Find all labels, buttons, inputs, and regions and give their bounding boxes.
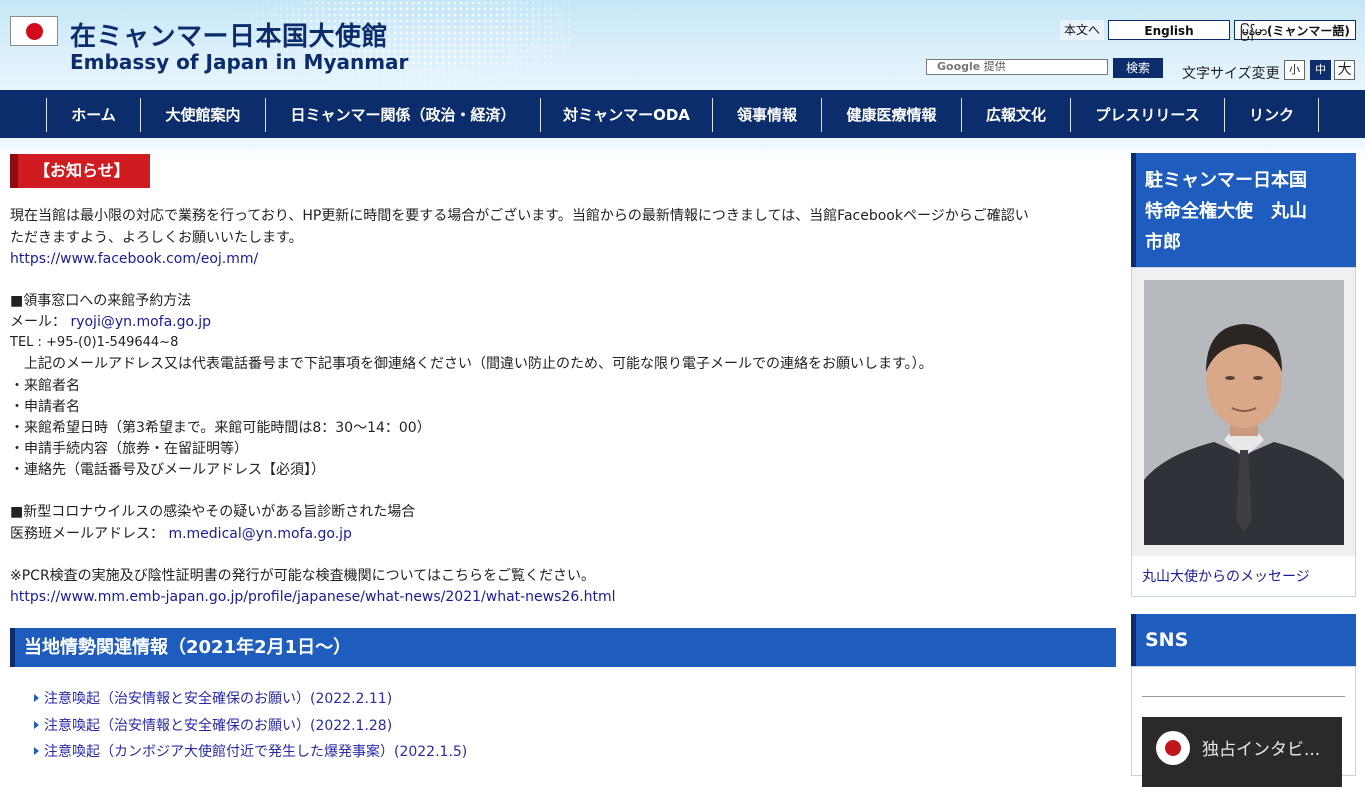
site-header: 在ミャンマー日本国大使館 Embassy of Japan in Myanmar… <box>0 0 1365 90</box>
pcr-info-link[interactable]: https://www.mm.emb-japan.go.jp/profile/j… <box>10 589 616 605</box>
news-link[interactable]: 注意喚起（治安情報と安全確保のお願い）(2022.2.11) <box>44 691 392 707</box>
mail-label: メール： <box>10 314 66 330</box>
news-item: 注意喚起（治安情報と安全確保のお願い）(2022.1.28) <box>34 716 392 736</box>
site-title-english[interactable]: Embassy of Japan in Myanmar <box>70 50 408 74</box>
japan-flag-icon <box>10 16 58 46</box>
section-heading-local-situation: 当地情勢関連情報（2021年2月1日～） <box>10 628 1116 667</box>
search-provided-label: 提供 <box>983 60 1006 73</box>
bullet-visit-date: ・来館希望日時（第3希望まで。来館可能時間は8：30～14：00） <box>10 420 431 436</box>
consular-heading: ■領事窓口への来館予約方法 <box>10 293 192 309</box>
ambassador-photo <box>1144 280 1344 545</box>
news-link[interactable]: 注意喚起（治安情報と安全確保のお願い）(2022.1.28) <box>44 718 392 734</box>
sns-heading: SNS <box>1131 614 1356 666</box>
ambassador-title-line1: 駐ミャンマー日本国 <box>1145 170 1307 191</box>
sns-box: 独占インタビ... <box>1131 666 1356 787</box>
nav-item-links[interactable]: リンク <box>1224 98 1318 132</box>
covid-heading: ■新型コロナウイルスの感染やその疑いがある旨診断された場合 <box>10 504 416 520</box>
ambassador-title-line3: 市郎 <box>1145 232 1181 253</box>
news-item: 注意喚起（治安情報と安全確保のお願い）(2022.2.11) <box>34 689 392 709</box>
google-logo-text: Google <box>937 60 981 73</box>
ambassador-portrait <box>1144 280 1344 545</box>
news-link[interactable]: 注意喚起（カンボジア大使館付近で発生した爆発事案）(2022.1.5) <box>44 744 467 760</box>
search-button[interactable]: 検索 <box>1113 58 1163 78</box>
intro-text-line1: 現在当館は最小限の対応で業務を行っており、HP更新に時間を要する場合がございます… <box>10 208 1029 224</box>
nav-divider <box>1318 98 1319 132</box>
main-navigation: ホーム 大使館案内 日ミャンマー関係（政治・経済） 対ミャンマーODA 領事情報… <box>0 90 1365 138</box>
tel-text: TEL : +95-(0)1-549644~8 <box>10 335 179 350</box>
ambassador-title-line2: 特命全権大使 丸山 <box>1145 201 1307 222</box>
ambassador-box: 丸山大使からのメッセージ <box>1131 267 1356 597</box>
facebook-link[interactable]: https://www.facebook.com/eoj.mm/ <box>10 251 258 267</box>
news-item: 注意喚起（カンボジア大使館付近で発生した爆発事案）(2022.1.5) <box>34 742 467 762</box>
font-size-large-button[interactable]: 大 <box>1334 60 1355 80</box>
bullet-procedure: ・申請手続内容（旅券・在留証明等） <box>10 441 248 457</box>
font-size-small-button[interactable]: 小 <box>1284 60 1305 80</box>
nav-item-health[interactable]: 健康医療情報 <box>821 98 961 132</box>
ambassador-photo-frame <box>1132 268 1355 556</box>
site-title-japanese[interactable]: 在ミャンマー日本国大使館 <box>70 16 388 53</box>
ambassador-heading: 駐ミャンマー日本国 特命全権大使 丸山 市郎 <box>1131 153 1356 267</box>
video-title: 独占インタビ... <box>1202 740 1321 760</box>
english-language-link[interactable]: English <box>1108 20 1230 40</box>
medical-mail-label: 医務班メールアドレス： <box>10 526 164 542</box>
myanmar-language-link[interactable]: မြန်မာ(ミャンマー語) <box>1234 20 1356 40</box>
intro-text-line2: ただきますよう、よろしくお願いいたします。 <box>10 230 303 246</box>
nav-item-press[interactable]: プレスリリース <box>1070 98 1224 132</box>
nav-item-consular[interactable]: 領事情報 <box>712 98 821 132</box>
play-channel-icon <box>1156 731 1190 765</box>
video-thumbnail[interactable]: 独占インタビ... <box>1142 717 1342 787</box>
pcr-note: ※PCR検査の実施及び陰性証明書の発行が可能な検査機関についてはこちらをご覧くだ… <box>10 568 595 584</box>
nav-item-relations[interactable]: 日ミャンマー関係（政治・経済） <box>265 98 540 132</box>
nav-item-oda[interactable]: 対ミャンマーODA <box>540 98 712 132</box>
bullet-contact: ・連絡先（電話番号及びメールアドレス【必須】） <box>10 462 325 478</box>
divider <box>1142 696 1345 697</box>
font-size-label: 文字サイズ変更 <box>1182 66 1280 82</box>
notice-heading: 【お知らせ】 <box>10 154 150 188</box>
triangle-bullet-icon <box>34 694 39 702</box>
font-size-medium-button[interactable]: 中 <box>1310 60 1331 80</box>
bullet-visitor-name: ・来館者名 <box>10 378 80 394</box>
nav-item-home[interactable]: ホーム <box>46 98 140 132</box>
skip-to-content-link[interactable]: 本文へ <box>1060 20 1104 40</box>
bullet-applicant-name: ・申請者名 <box>10 399 80 415</box>
triangle-bullet-icon <box>34 721 39 729</box>
search-input[interactable]: Google 提供 <box>926 59 1108 75</box>
triangle-bullet-icon <box>34 747 39 755</box>
nav-item-culture[interactable]: 広報文化 <box>961 98 1070 132</box>
ambassador-message-link[interactable]: 丸山大使からのメッセージ <box>1142 566 1310 586</box>
nav-item-embassy-info[interactable]: 大使館案内 <box>140 98 265 132</box>
consular-email-link[interactable]: ryoji@yn.mofa.go.jp <box>70 314 211 330</box>
contact-instruction: 上記のメールアドレス又は代表電話番号まで下記事項を御連絡ください（間違い防止のた… <box>10 356 933 372</box>
medical-email-link[interactable]: m.medical@yn.mofa.go.jp <box>168 526 351 542</box>
